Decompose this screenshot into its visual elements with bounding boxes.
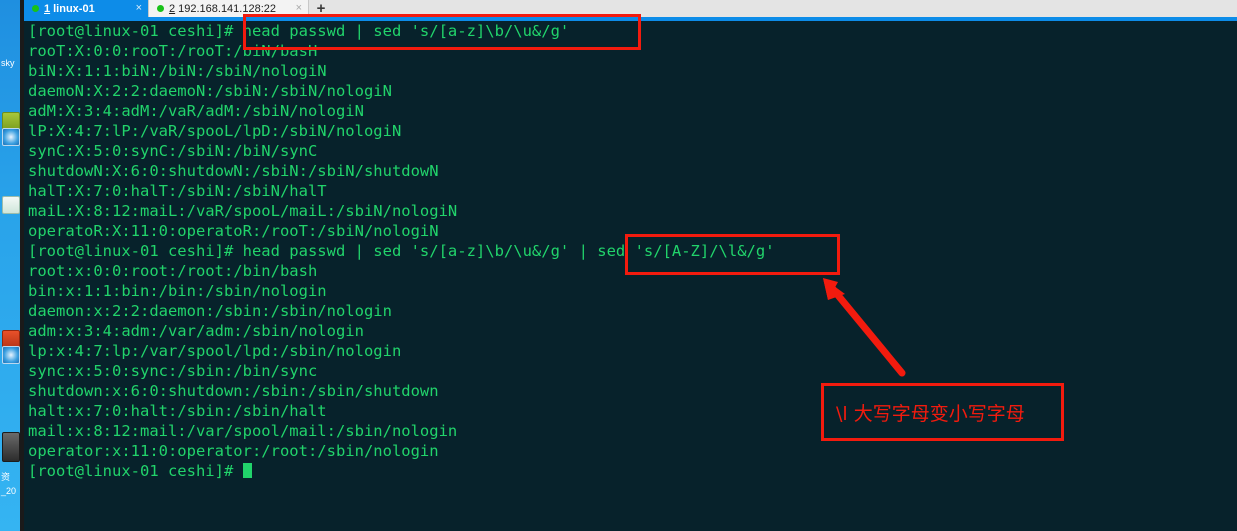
terminal-line: adM:X:3:4:adM:/vaR/adM:/sbiN/nologiN [28, 102, 364, 120]
terminal-line: sync:x:5:0:sync:/sbin:/bin/sync [28, 362, 318, 380]
windows-desktop-strip: sky 资 _20 [0, 0, 20, 531]
new-tab-button[interactable]: + [309, 0, 333, 17]
tab-label: 192.168.141.128:22 [178, 2, 276, 15]
desktop-label-bottom: _20 [1, 486, 17, 496]
desktop-label-mid: 资 [1, 472, 11, 482]
terminal-line: [root@linux-01 ceshi]# head passwd | sed… [28, 242, 775, 260]
close-icon[interactable]: × [128, 3, 142, 14]
desktop-label-top: sky [1, 58, 15, 68]
tab-label: linux-01 [53, 2, 95, 15]
tab-linux-01[interactable]: 1 linux-01 × [24, 0, 149, 17]
green-dot-icon [157, 5, 164, 12]
annotation-note: \l 大写字母变小写字母 [821, 383, 1064, 441]
terminal-line: biN:X:1:1:biN:/biN:/sbiN/nologiN [28, 62, 327, 80]
terminal-line: lp:x:4:7:lp:/var/spool/lpd:/sbin/nologin [28, 342, 402, 360]
terminal-line: rooT:X:0:0:rooT:/rooT:/biN/basH [28, 42, 318, 60]
annotation-note-text: \l 大写字母变小写字母 [836, 402, 1025, 425]
terminal-line: mail:x:8:12:mail:/var/spool/mail:/sbin/n… [28, 422, 458, 440]
screenshot-root: sky 资 _20 1 linux-01 × 2 192.168.141.128… [0, 0, 1237, 531]
tab-bar-empty-area [333, 0, 1237, 17]
terminal-line: synC:X:5:0:synC:/sbiN:/biN/synC [28, 142, 318, 160]
terminal-line: lP:X:4:7:lP:/vaR/spooL/lpD:/sbiN/nologiN [28, 122, 402, 140]
desktop-media-icon[interactable] [2, 432, 20, 462]
terminal-line: shutdowN:X:6:0:shutdowN:/sbiN:/sbiN/shut… [28, 162, 439, 180]
terminal-line: operator:x:11:0:operator:/root:/sbin/nol… [28, 442, 439, 460]
terminal-line: daemon:x:2:2:daemon:/sbin:/sbin/nologin [28, 302, 392, 320]
terminal-output[interactable]: [root@linux-01 ceshi]# head passwd | sed… [24, 21, 1237, 531]
terminal-cursor [242, 463, 252, 478]
tab-bar: 1 linux-01 × 2 192.168.141.128:22 × + [24, 0, 1237, 17]
terminal-line: operatoR:X:11:0:operatoR:/rooT:/sbiN/nol… [28, 222, 439, 240]
terminal-line: bin:x:1:1:bin:/bin:/sbin/nologin [28, 282, 327, 300]
terminal-line: shutdown:x:6:0:shutdown:/sbin:/sbin/shut… [28, 382, 439, 400]
terminal-line: daemoN:X:2:2:daemoN:/sbiN:/sbiN/nologiN [28, 82, 392, 100]
terminal-line: [root@linux-01 ceshi]# head passwd | sed… [28, 22, 570, 40]
terminal-line: halT:X:7:0:halT:/sbiN:/sbiN/halT [28, 182, 327, 200]
terminal-line: adm:x:3:4:adm:/var/adm:/sbin/nologin [28, 322, 364, 340]
terminal-line: halt:x:7:0:halt:/sbin:/sbin/halt [28, 402, 327, 420]
tab-number: 2 [169, 2, 176, 15]
terminal-line: root:x:0:0:root:/root:/bin/bash [28, 262, 318, 280]
close-icon[interactable]: × [288, 3, 302, 14]
desktop-document-icon[interactable] [2, 196, 20, 214]
terminal-prompt-line: [root@linux-01 ceshi]# [28, 461, 252, 481]
tab-192-168-141-128[interactable]: 2 192.168.141.128:22 × [149, 0, 309, 17]
tab-number: 1 [44, 2, 51, 15]
prompt-text: [root@linux-01 ceshi]# [28, 462, 243, 480]
terminal-line: maiL:X:8:12:maiL:/vaR/spooL/maiL:/sbiN/n… [28, 202, 458, 220]
desktop-browser-icon-2[interactable] [2, 346, 20, 364]
desktop-browser-icon[interactable] [2, 128, 20, 146]
green-dot-icon [32, 5, 39, 12]
